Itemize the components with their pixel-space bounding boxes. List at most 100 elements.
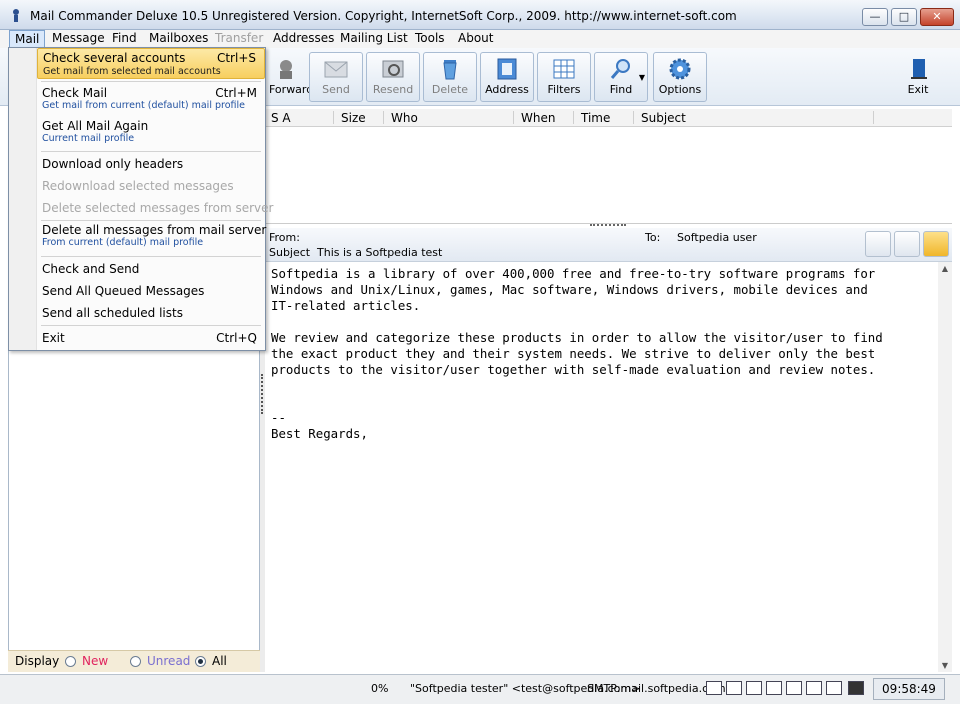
layout-icon[interactable] [766,681,782,695]
menu-check-several-accounts[interactable]: Check several accounts Ctrl+S Get mail f… [37,48,265,79]
radio-new[interactable] [65,656,76,667]
column-separator[interactable] [513,111,514,124]
radio-unread[interactable] [130,656,141,667]
display-label: Display [15,654,60,668]
find-label: Find [609,83,633,96]
layout-icon[interactable] [726,681,742,695]
menu-mailing-list[interactable]: Mailing List [335,30,413,48]
delete-all-server-label: Delete all messages from mail server [42,223,267,237]
contact-icon[interactable] [923,231,949,257]
find-button[interactable]: Find ▼ [594,52,648,102]
save-disk-icon[interactable] [848,681,864,695]
menu-send-all-queued[interactable]: Send All Queued Messages [37,282,265,302]
menu-exit[interactable]: Exit Ctrl+Q [37,329,265,349]
subject-value: This is a Softpedia test [317,246,443,259]
options-button[interactable]: Options [653,52,707,102]
message-body[interactable]: Softpedia is a library of over 400,000 f… [265,262,938,672]
display-filter-bar: Display New Unread All [8,650,260,672]
column-separator[interactable] [573,111,574,124]
body-scrollbar[interactable]: ▲ ▼ [938,262,952,672]
menu-send-scheduled-lists[interactable]: Send all scheduled lists [37,304,265,324]
check-several-hint: Get mail from selected mail accounts [43,66,221,77]
column-separator[interactable] [383,111,384,124]
menu-download-only-headers[interactable]: Download only headers [37,155,265,175]
close-button[interactable]: ✕ [920,8,954,26]
attachment-icon[interactable] [865,231,891,257]
to-value: Softpedia user [677,231,757,244]
message-list-header: S A Size Who When Time Subject [265,109,952,127]
menu-delete-all-from-server[interactable]: Delete all messages from mail server Fro… [37,221,267,251]
menu-tools[interactable]: Tools [410,30,450,48]
layout-icon[interactable] [706,681,722,695]
menu-addresses[interactable]: Addresses [268,30,339,48]
exit-menu-label: Exit [42,331,65,345]
menu-get-all-mail-again[interactable]: Get All Mail Again Current mail profile [37,117,265,147]
radio-unread-label[interactable]: Unread [147,654,190,668]
subject-label: Subject [269,246,311,259]
check-and-send-label: Check and Send [42,262,140,276]
column-size[interactable]: Size [341,111,366,125]
menu-message[interactable]: Message [47,30,110,48]
filters-button[interactable]: Filters [537,52,591,102]
radio-all[interactable] [195,656,206,667]
find-dropdown-arrow-icon[interactable]: ▼ [639,73,645,82]
minimize-icon: — [869,10,881,23]
check-mail-label: Check Mail [42,86,108,100]
layout-icon[interactable] [786,681,802,695]
exit-label: Exit [907,83,929,96]
menu-check-mail[interactable]: Check Mail Ctrl+M Get mail from current … [37,84,265,114]
preview-header: From: To: Softpedia user Subject This is… [265,228,952,262]
radio-new-label[interactable]: New [82,654,108,668]
redownload-label: Redownload selected messages [42,179,234,193]
maximize-icon: □ [898,10,910,23]
menu-mailboxes[interactable]: Mailboxes [144,30,213,48]
delete-button[interactable]: Delete [423,52,477,102]
scroll-up-arrow-icon[interactable]: ▲ [940,264,950,273]
column-separator[interactable] [333,111,334,124]
column-time[interactable]: Time [581,111,610,125]
check-several-label: Check several accounts [43,51,186,65]
column-who[interactable]: Who [391,111,418,125]
layout-icon[interactable] [806,681,822,695]
column-status[interactable]: S A [271,111,291,125]
window-title: Mail Commander Deluxe 10.5 Unregistered … [30,9,737,23]
trash-icon [443,60,457,80]
check-mail-shortcut: Ctrl+M [215,86,257,100]
menu-check-and-send[interactable]: Check and Send [37,260,265,280]
menu-separator [41,151,261,152]
menu-find[interactable]: Find [107,30,142,48]
get-all-hint: Current mail profile [42,133,135,144]
menu-redownload-selected[interactable]: Redownload selected messages [37,177,265,197]
get-all-label: Get All Mail Again [42,119,149,133]
menu-separator [41,81,261,82]
filter-grid-icon [553,59,575,79]
send-button[interactable]: Send [309,52,363,102]
message-list[interactable]: S A Size Who When Time Subject [265,106,952,224]
send-icon [324,61,348,78]
minimize-button[interactable]: — [862,8,888,26]
menu-transfer[interactable]: Transfer [210,30,268,48]
download-headers-label: Download only headers [42,157,184,171]
resend-label: Resend [372,83,414,96]
delete-selected-server-label: Delete selected messages from server [42,201,274,215]
column-separator[interactable] [633,111,634,124]
scroll-down-arrow-icon[interactable]: ▼ [940,661,950,670]
layout-icon[interactable] [746,681,762,695]
exit-button[interactable]: Exit [891,52,945,102]
send-queued-label: Send All Queued Messages [42,284,205,298]
resend-button[interactable]: Resend [366,52,420,102]
menu-mail[interactable]: Mail [9,30,46,48]
title-bar: Mail Commander Deluxe 10.5 Unregistered … [0,0,960,30]
column-separator[interactable] [873,111,874,124]
exit-door-icon [911,59,927,79]
address-button[interactable]: Address [480,52,534,102]
print-icon[interactable] [894,231,920,257]
column-when[interactable]: When [521,111,555,125]
column-subject[interactable]: Subject [641,111,686,125]
app-icon [13,9,19,22]
menu-about[interactable]: About [453,30,498,48]
radio-all-label[interactable]: All [212,654,227,668]
maximize-button[interactable]: □ [891,8,917,26]
layout-icon[interactable] [826,681,842,695]
menu-delete-selected-from-server[interactable]: Delete selected messages from server [37,199,273,219]
